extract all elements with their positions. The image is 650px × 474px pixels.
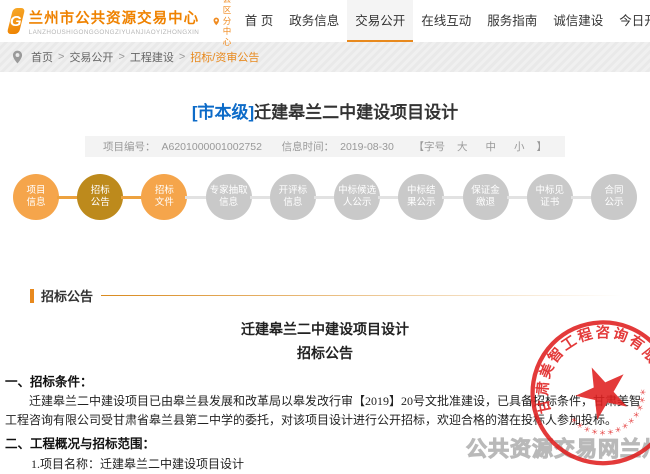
page: G 兰州市公共资源交易中心 LANZHOUSHIGONGGONGZIYUANJI… (0, 0, 650, 474)
doc-paragraph-conditions: 迁建皋兰二中建设项目已由皋兰县发展和改革局以皋发改行审【2019】20号文批准建… (5, 393, 642, 427)
crumb-home[interactable]: 首页 (31, 49, 53, 65)
page-title: [市本级]迁建皋兰二中建设项目设计 (0, 98, 650, 123)
nav-service-guide[interactable]: 服务指南 (479, 0, 545, 42)
step-bid-opening-info[interactable]: 开评标 信息 (269, 174, 316, 220)
crumb-trade-public[interactable]: 交易公开 (69, 49, 113, 65)
step-connector (121, 195, 144, 199)
site-logo-icon[interactable]: G (6, 8, 25, 34)
nav-trade-public[interactable]: 交易公开 (347, 0, 414, 42)
process-steps: 项目 信息 招标 公告 招标 文件 专家抽取 信息 开评标 信息 中标候选 人公示 中标结果… (13, 174, 637, 220)
font-size-medium-button[interactable]: 中 (486, 139, 497, 154)
step-connector (185, 195, 208, 199)
step-connector (378, 195, 401, 199)
step-tender-notice[interactable]: 招标 公告 (77, 174, 124, 220)
location-pin-icon (213, 17, 220, 25)
doc-heading-conditions: 一、招标条件： (5, 374, 93, 389)
crumb-separator: > (58, 51, 65, 63)
section-title: 招标公告 (41, 289, 94, 304)
main-nav: 首 页 政务信息 交易公开 在线互动 服务指南 诚信建设 今日开标 (237, 0, 650, 42)
announcement-document: 迁建皋兰二中建设项目设计 招标公告 一、招标条件： 迁建皋兰二中建设项目已由皋兰… (5, 319, 645, 474)
step-connector (313, 195, 337, 199)
project-number: 项目编号： A6201000001002752 (103, 140, 262, 154)
publish-time: 信息时间： 2019-08-30 (281, 140, 394, 154)
section-accent-bar (30, 288, 34, 303)
site-subtitle: LANZHOUSHIGONGGONGZIYUANJIAOYIZHONGXIN (28, 28, 200, 36)
document-title: 迁建皋兰二中建设项目设计 招标公告 (241, 323, 409, 362)
breadcrumb-pin-icon (12, 50, 23, 64)
step-tender-documents[interactable]: 招标 文件 (141, 174, 188, 220)
doc-item-project-name: 1.项目名称：迁建皋兰二中建设项目设计 (31, 456, 245, 471)
district-branch-link[interactable]: 县区 分中心 (213, 0, 237, 48)
branch-label: 县区 分中心 (222, 0, 232, 47)
step-connector (57, 195, 80, 199)
nav-credit-building[interactable]: 诚信建设 (545, 0, 611, 42)
font-size-large-button[interactable]: 大 (457, 139, 468, 154)
site-title: 兰州市公共资源交易中心 (28, 10, 200, 27)
section-divider-line (101, 295, 622, 296)
nav-gov-info[interactable]: 政务信息 (281, 0, 347, 42)
step-candidate-publicity[interactable]: 中标候选 人公示 (334, 174, 381, 220)
crumb-separator: > (118, 51, 125, 63)
crumb-engineering[interactable]: 工程建设 (130, 49, 174, 65)
doc-heading-scope: 二、工程概况与招标范围： (5, 437, 156, 452)
step-expert-extraction[interactable]: 专家抽取 信息 (205, 174, 252, 220)
step-contract-publicity[interactable]: 合同 公示 (590, 174, 637, 220)
step-deposit-refund[interactable]: 保证金 缴退 (462, 174, 509, 220)
title-level-tag: [市本级] (191, 103, 255, 122)
step-connector (570, 195, 593, 199)
crumb-separator: > (178, 51, 186, 63)
step-connector (506, 195, 529, 199)
step-result-publicity[interactable]: 中标结 果公示 (398, 174, 445, 220)
title-text: 迁建皋兰二中建设项目设计 (254, 103, 459, 122)
nav-today-bid-opening[interactable]: 今日开标 (611, 0, 650, 42)
article-meta-bar: 项目编号： A6201000001002752 信息时间： 2019-08-30… (85, 136, 565, 157)
nav-home[interactable]: 首 页 (237, 0, 281, 42)
logo-letter: G (10, 12, 22, 30)
font-size-small-button[interactable]: 小 (514, 139, 525, 154)
step-connector (442, 195, 465, 199)
step-award-certificate[interactable]: 中标见 证书 (526, 174, 573, 220)
header: G 兰州市公共资源交易中心 LANZHOUSHIGONGGONGZIYUANJI… (0, 0, 650, 47)
font-size-switcher: 【字号 大 中 小 】 (413, 139, 548, 154)
brand-text: 兰州市公共资源交易中心 LANZHOUSHIGONGGONGZIYUANJIAO… (29, 7, 200, 36)
section-header: 招标公告 (30, 286, 622, 305)
crumb-current-tender-notice: 招标/资审公告 (190, 52, 260, 64)
breadcrumb: 首页 > 交易公开 > 工程建设 > 招标/资审公告 (0, 42, 650, 72)
nav-online-interact[interactable]: 在线互动 (413, 0, 479, 42)
step-project-info[interactable]: 项目 信息 (13, 174, 59, 220)
step-connector (249, 195, 272, 199)
